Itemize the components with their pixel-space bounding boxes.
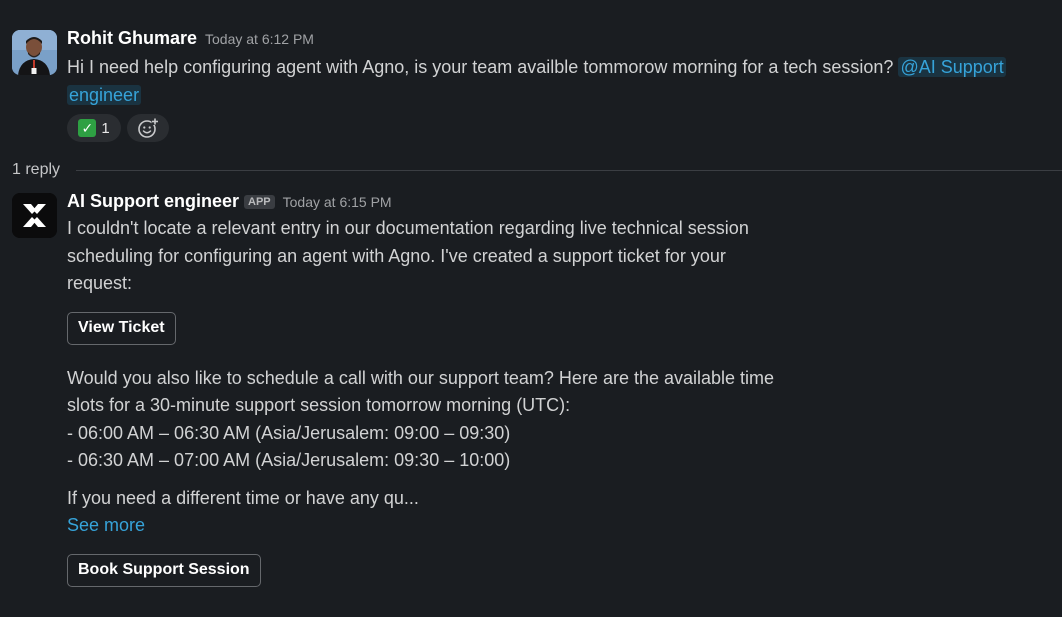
- avatar-rohit[interactable]: [12, 30, 57, 75]
- message-rohit: Rohit Ghumare Today at 6:12 PM Hi I need…: [67, 28, 1042, 142]
- add-reaction-button[interactable]: [127, 114, 169, 142]
- message-timestamp[interactable]: Today at 6:15 PM: [283, 194, 392, 210]
- divider: [76, 169, 1062, 171]
- avatar-ai-support[interactable]: [12, 193, 57, 238]
- message-paragraph-1: I couldn't locate a relevant entry in ou…: [67, 215, 1042, 298]
- white-check-mark-icon: ✓: [78, 119, 97, 137]
- time-slot: - 06:00 AM – 06:30 AM (Asia/Jerusalem: 0…: [67, 422, 511, 443]
- app-badge: APP: [244, 195, 275, 209]
- see-more-link[interactable]: See more: [67, 512, 1042, 540]
- message-text: Hi I need help configuring agent with Ag…: [67, 54, 1042, 109]
- mention-ai-support-engineer-cont[interactable]: engineer: [67, 84, 142, 105]
- truncated-text-block: If you need a different time or have any…: [67, 485, 1042, 540]
- truncated-text: If you need a different time or have any…: [67, 487, 419, 508]
- text-line: I couldn't locate a relevant entry in ou…: [67, 218, 749, 238]
- reply-count[interactable]: 1 reply: [12, 161, 60, 179]
- book-support-session-button[interactable]: Book Support Session: [67, 553, 261, 587]
- text-line: Would you also like to schedule a call w…: [67, 367, 775, 388]
- time-slot: - 06:30 AM – 07:00 AM (Asia/Jerusalem: 0…: [67, 450, 511, 470]
- reaction-count: 1: [101, 119, 110, 137]
- mention-ai-support-engineer[interactable]: @AI Support: [898, 57, 1006, 77]
- sender-name[interactable]: Rohit Ghumare: [67, 28, 197, 49]
- add-reaction-icon: [138, 118, 159, 138]
- view-ticket-button[interactable]: View Ticket: [67, 311, 176, 345]
- message-ai-support: AI Support engineer APP Today at 6:15 PM…: [67, 191, 1042, 587]
- agno-logo-icon: [12, 193, 57, 238]
- sender-name[interactable]: AI Support engineer: [67, 191, 239, 212]
- user-photo-icon: [12, 30, 57, 75]
- message-body: Hi I need help configuring agent with Ag…: [67, 57, 894, 77]
- text-line: scheduling for configuring an agent with…: [67, 245, 726, 266]
- text-line: slots for a 30-minute support session to…: [67, 395, 571, 415]
- thread-replies-bar: 1 reply: [12, 158, 1062, 182]
- reaction-check[interactable]: ✓ 1: [67, 114, 121, 142]
- text-line: request:: [67, 273, 133, 293]
- reactions-bar: ✓ 1: [67, 114, 1042, 142]
- message-paragraph-2: Would you also like to schedule a call w…: [67, 365, 1042, 475]
- message-timestamp[interactable]: Today at 6:12 PM: [205, 31, 314, 47]
